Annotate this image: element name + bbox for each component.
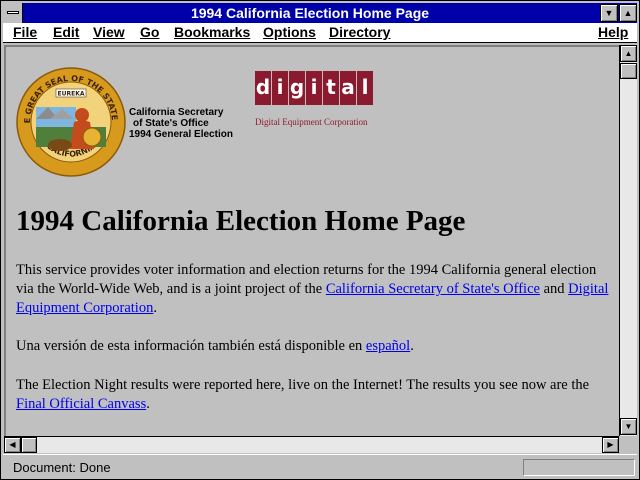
spanish-paragraph: Una versión de esta información también … xyxy=(16,338,414,354)
results-paragraph: The Election Night results were reported… xyxy=(16,377,590,412)
browser-window: 1994 California Election Home Page ▼ ▲ F… xyxy=(0,0,640,480)
vertical-scrollbar[interactable]: ▲ ▼ xyxy=(619,45,637,436)
maximize-button[interactable]: ▲ xyxy=(619,4,637,22)
menu-bar: File Edit View Go Bookmarks Options Dire… xyxy=(3,23,637,43)
scroll-up-button[interactable]: ▲ xyxy=(620,45,637,62)
final-canvass-link[interactable]: Final Official Canvass xyxy=(16,396,146,412)
minimize-button[interactable]: ▼ xyxy=(600,4,618,22)
sos-office-link[interactable]: California Secretary of State's Office xyxy=(326,281,540,297)
horizontal-scrollbar[interactable]: ◀ ▶ xyxy=(4,436,619,453)
digital-logo-letter: d xyxy=(255,71,271,105)
status-bar: Document: Done xyxy=(3,454,637,479)
progress-indicator xyxy=(523,459,635,476)
digital-logo-letter: i xyxy=(306,71,322,105)
menu-go[interactable]: Go xyxy=(140,23,159,42)
intro-paragraph: This service provides voter information … xyxy=(16,262,609,316)
menu-file[interactable]: File xyxy=(13,23,37,42)
secretary-of-state-caption: California Secretary of State's Office 1… xyxy=(129,107,233,140)
spanish-version-link[interactable]: español xyxy=(366,338,410,354)
digital-logo-letter: l xyxy=(357,71,373,105)
digital-logo-caption: Digital Equipment Corporation xyxy=(255,117,368,127)
menu-edit[interactable]: Edit xyxy=(53,23,79,42)
digital-logo-letter: g xyxy=(289,71,305,105)
system-menu-button[interactable] xyxy=(3,3,23,23)
scroll-left-button[interactable]: ◀ xyxy=(4,437,21,453)
horizontal-scroll-thumb[interactable] xyxy=(21,437,37,453)
digital-logo-letter: i xyxy=(272,71,288,105)
california-seal-icon: THE GREAT SEAL OF THE STATE OF CALIFORNI… xyxy=(16,67,126,177)
digital-logo-letter: t xyxy=(323,71,339,105)
scroll-right-button[interactable]: ▶ xyxy=(602,437,619,453)
menu-view[interactable]: View xyxy=(93,23,125,42)
page-title: 1994 California Election Home Page xyxy=(16,205,466,237)
menu-options[interactable]: Options xyxy=(263,23,316,42)
scrollbar-corner xyxy=(619,436,637,453)
page-content[interactable]: THE GREAT SEAL OF THE STATE OF CALIFORNI… xyxy=(4,45,619,436)
title-bar[interactable]: 1994 California Election Home Page ▼ ▲ xyxy=(3,3,637,23)
vertical-scroll-thumb[interactable] xyxy=(620,63,637,79)
menu-bookmarks[interactable]: Bookmarks xyxy=(174,23,250,42)
menu-help[interactable]: Help xyxy=(598,23,628,42)
menu-directory[interactable]: Directory xyxy=(329,23,390,42)
digital-logo-letter: a xyxy=(340,71,356,105)
svg-text:EUREKA: EUREKA xyxy=(58,91,85,98)
window-title: 1994 California Election Home Page xyxy=(190,5,430,21)
scroll-down-button[interactable]: ▼ xyxy=(620,418,637,435)
status-text: Document: Done xyxy=(13,460,111,475)
